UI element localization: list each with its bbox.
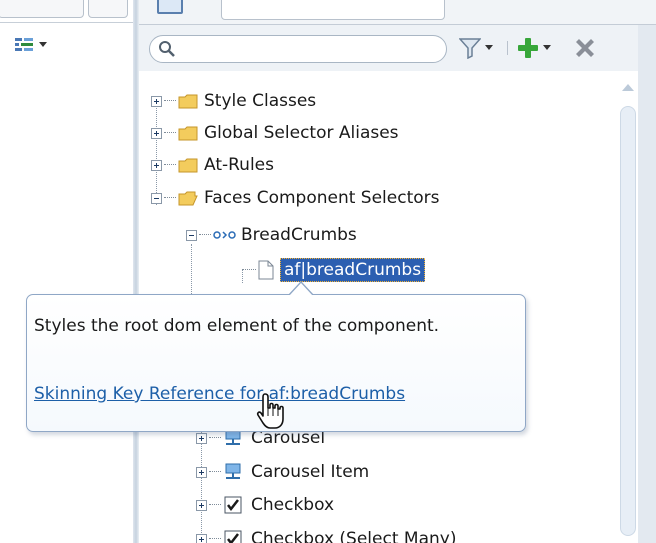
carousel-item-icon [225,463,241,479]
collapse-icon[interactable] [186,229,197,241]
top-tab-bar [139,0,656,25]
add-icon [518,38,538,58]
collapse-icon[interactable] [151,192,162,204]
window-edge [638,25,656,543]
search-input[interactable] [149,35,447,63]
checkbox-icon [224,530,242,543]
delete-icon [576,39,594,57]
top-tab[interactable] [221,0,445,20]
tree-item-label: BreadCrumbs [241,225,357,245]
page-icon [258,260,274,280]
tree-item[interactable]: At-Rules [151,153,274,177]
filter-button[interactable] [459,36,501,60]
tree-item[interactable]: Checkbox (Select Many) [196,527,456,543]
tree-item-label: Checkbox (Select Many) [251,529,457,543]
left-toolbar [0,0,133,22]
skinning-key-reference-link[interactable]: Skinning Key Reference for af:breadCrumb… [34,384,405,404]
tree-item[interactable]: Checkbox [196,493,334,517]
selector-icon [213,231,236,239]
tree-item-label: Checkbox [251,495,335,515]
window-icon[interactable] [157,0,183,14]
chevron-down-icon [543,45,551,50]
tooltip-arrow-fill [289,283,313,296]
expand-icon[interactable] [196,432,207,444]
tree-item-label: At-Rules [204,155,274,175]
add-button[interactable] [517,36,563,60]
expand-icon[interactable] [196,499,207,511]
hand-cursor-icon [256,393,284,429]
folder-icon [178,158,198,172]
tree-item[interactable]: Carousel Item [196,460,369,484]
toolbar-separator [507,41,508,55]
tree-item-selected[interactable]: af|breadCrumbs [242,258,426,282]
left-toolbar-button[interactable] [0,0,84,18]
tree-item[interactable]: Faces Component Selectors [151,186,440,210]
vertical-scrollbar[interactable] [618,80,638,543]
search-icon [159,41,175,57]
structure-view-button[interactable] [14,36,58,54]
tree-item[interactable]: Global Selector Aliases [151,121,399,145]
left-pane [0,0,133,543]
left-toolbar-button[interactable] [88,0,128,18]
checkbox-icon [224,496,242,514]
chevron-down-icon [485,45,493,50]
tree-item-label: Faces Component Selectors [204,188,440,208]
expand-icon[interactable] [196,466,207,478]
folder-icon [178,94,198,108]
divider [0,22,133,23]
expand-icon[interactable] [151,95,162,107]
expand-icon[interactable] [196,533,207,543]
delete-button[interactable] [573,36,599,60]
folder-icon [178,126,198,140]
tree-item[interactable]: BreadCrumbs [186,223,357,247]
chevron-down-icon [39,42,47,47]
selector-toolbar [139,25,656,71]
tree-item-label: Carousel Item [251,462,370,482]
folder-open-icon [178,191,198,205]
expand-icon[interactable] [151,159,162,171]
tree-item[interactable]: Style Classes [151,89,316,113]
tree-item-label: Global Selector Aliases [204,123,399,143]
expand-icon[interactable] [151,127,162,139]
tree-item-label: Style Classes [204,91,317,111]
tooltip-description: Styles the root dom element of the compo… [34,316,440,336]
structure-icon [15,38,33,51]
tree-item-label: af|breadCrumbs [280,258,426,282]
scroll-up-icon[interactable] [622,84,634,91]
scroll-thumb[interactable] [620,106,636,536]
filter-icon [459,38,481,59]
